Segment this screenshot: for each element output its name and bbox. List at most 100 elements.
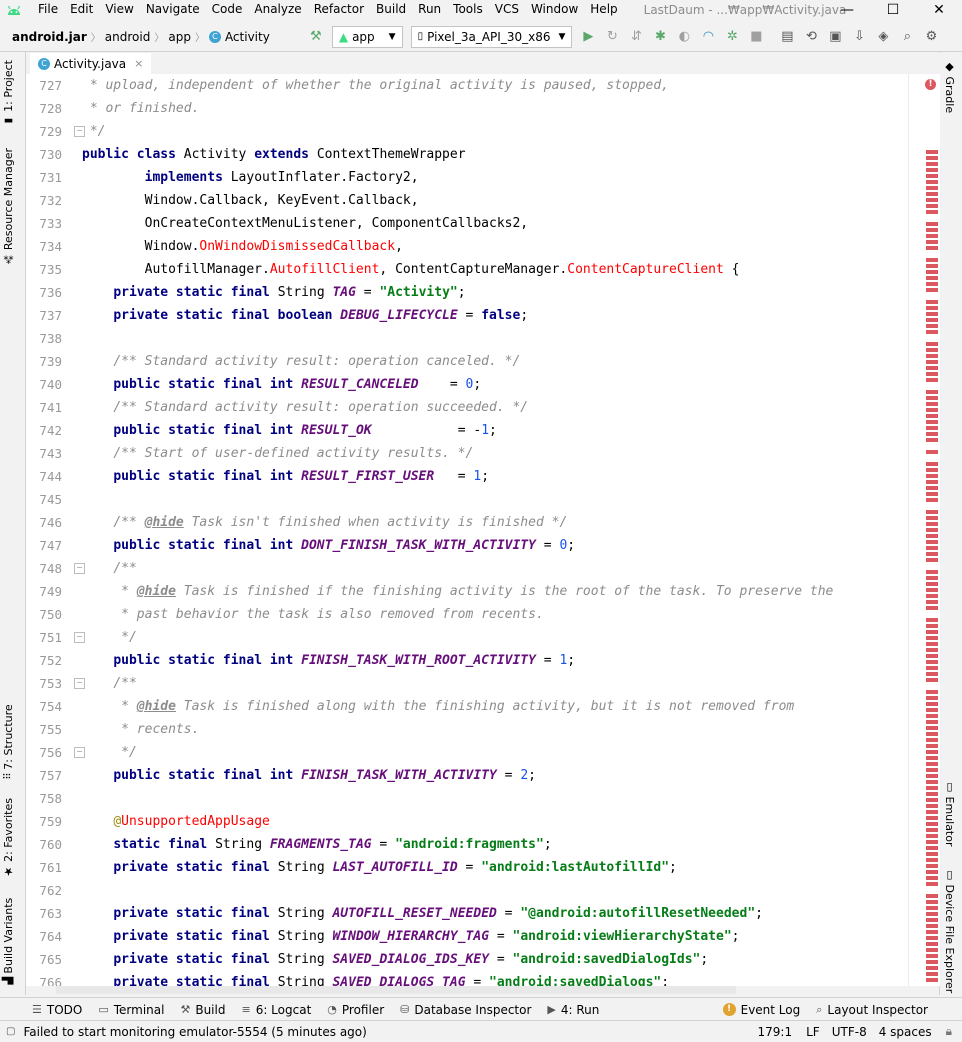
- project-tab[interactable]: ▬ 1: Project: [2, 60, 15, 126]
- error-stripe-mark[interactable]: [926, 858, 938, 862]
- terminal-tool-button[interactable]: ▭ Terminal: [90, 1003, 172, 1017]
- code-line[interactable]: * @hide Task is finished along with the …: [82, 695, 794, 718]
- line-separator[interactable]: LF: [806, 1025, 820, 1039]
- error-stripe-mark[interactable]: [926, 510, 938, 514]
- error-stripe-mark[interactable]: [926, 552, 938, 556]
- code-line[interactable]: private static final String AUTOFILL_RES…: [82, 902, 763, 925]
- error-stripe-mark[interactable]: [926, 150, 938, 154]
- error-stripe-mark[interactable]: [926, 198, 938, 202]
- error-stripe-mark[interactable]: [926, 936, 938, 940]
- code-line[interactable]: * upload, independent of whether the ori…: [82, 74, 669, 97]
- error-stripe-mark[interactable]: [926, 462, 938, 466]
- breadcrumb-app[interactable]: app: [164, 30, 195, 44]
- error-stripe-mark[interactable]: [926, 654, 938, 658]
- code-line[interactable]: /**: [82, 672, 136, 695]
- error-stripe-mark[interactable]: [926, 498, 938, 502]
- logcat-tool-button[interactable]: ≡ 6: Logcat: [233, 1003, 319, 1017]
- menu-navigate[interactable]: Navigate: [140, 0, 206, 19]
- emulator-tab[interactable]: ▯ Emulator: [943, 780, 956, 847]
- error-stripe-mark[interactable]: [926, 318, 938, 322]
- structure-tab[interactable]: ⠿ 7: Structure: [2, 704, 15, 780]
- error-stripe-mark[interactable]: [926, 486, 938, 490]
- error-stripe-mark[interactable]: [926, 690, 938, 694]
- error-stripe-mark[interactable]: [926, 864, 938, 868]
- error-stripe-mark[interactable]: [926, 780, 938, 784]
- error-stripe-mark[interactable]: [926, 300, 938, 304]
- error-stripe-mark[interactable]: [926, 972, 938, 976]
- code-line[interactable]: /** Start of user-defined activity resul…: [82, 442, 473, 465]
- error-stripe-mark[interactable]: [926, 414, 938, 418]
- caret-position[interactable]: 179:1: [758, 1025, 793, 1039]
- error-stripe-mark[interactable]: [926, 624, 938, 628]
- menu-run[interactable]: Run: [412, 0, 447, 19]
- error-stripe-mark[interactable]: [926, 786, 938, 790]
- error-stripe-mark[interactable]: [926, 774, 938, 778]
- breadcrumb-class[interactable]: C Activity: [205, 30, 274, 44]
- error-stripe-mark[interactable]: [926, 606, 938, 610]
- error-stripe-mark[interactable]: [926, 438, 938, 442]
- build-variants-tab[interactable]: ▟ Build Variants: [2, 898, 15, 985]
- error-stripe-mark[interactable]: [926, 630, 938, 634]
- profiler-tool-button[interactable]: ◔ Profiler: [319, 1003, 392, 1017]
- error-stripe-mark[interactable]: [926, 342, 938, 346]
- error-stripe-mark[interactable]: [926, 420, 938, 424]
- error-stripe-mark[interactable]: [926, 894, 938, 898]
- error-stripe-mark[interactable]: [926, 954, 938, 958]
- error-stripe-mark[interactable]: [926, 744, 938, 748]
- file-encoding[interactable]: UTF-8: [832, 1025, 867, 1039]
- code-line[interactable]: /** @hide Task isn't finished when activ…: [82, 511, 567, 534]
- menu-analyze[interactable]: Analyze: [248, 0, 307, 19]
- list-tool-button[interactable]: ☰ TODO: [24, 1003, 90, 1017]
- speedometer-icon[interactable]: ◠: [697, 26, 719, 48]
- error-stripe-mark[interactable]: [926, 324, 938, 328]
- debug-icon[interactable]: ✱: [649, 26, 671, 48]
- error-stripe-mark[interactable]: [926, 360, 938, 364]
- gradle-tab[interactable]: ◆ Gradle: [943, 60, 956, 113]
- error-stripe-mark[interactable]: [926, 348, 938, 352]
- profile-icon[interactable]: ◐: [673, 26, 695, 48]
- code-line[interactable]: private static final String SAVED_DIALOG…: [82, 948, 708, 971]
- error-stripe-mark[interactable]: [926, 738, 938, 742]
- menu-build[interactable]: Build: [370, 0, 412, 19]
- error-stripe-mark[interactable]: [926, 900, 938, 904]
- code-line[interactable]: @UnsupportedAppUsage: [82, 810, 270, 833]
- error-stripe-mark[interactable]: [926, 594, 938, 598]
- error-stripe-mark[interactable]: [926, 492, 938, 496]
- error-stripe-mark[interactable]: [926, 372, 938, 376]
- error-stripe[interactable]: [926, 150, 938, 986]
- sdk-manager-icon[interactable]: ⇩: [848, 26, 870, 48]
- code-line[interactable]: * @hide Task is finished if the finishin…: [82, 580, 833, 603]
- error-stripe-mark[interactable]: [926, 246, 938, 250]
- error-stripe-mark[interactable]: [926, 480, 938, 484]
- code-line[interactable]: /** Standard activity result: operation …: [82, 396, 528, 419]
- error-stripe-mark[interactable]: [926, 960, 938, 964]
- hammer-tool-button[interactable]: ⚒ Build: [172, 1003, 233, 1017]
- menu-refactor[interactable]: Refactor: [308, 0, 370, 19]
- error-stripe-mark[interactable]: [926, 156, 938, 160]
- error-stripe-mark[interactable]: [926, 618, 938, 622]
- layout-inspector-toolbar-icon[interactable]: ◈: [872, 26, 894, 48]
- code-line[interactable]: implements LayoutInflater.Factory2,: [82, 166, 419, 189]
- error-stripe-mark[interactable]: [926, 330, 938, 334]
- run-tool-button[interactable]: ▶ 4: Run: [539, 1003, 607, 1017]
- menu-tools[interactable]: Tools: [447, 0, 489, 19]
- error-stripe-mark[interactable]: [926, 282, 938, 286]
- error-stripe-mark[interactable]: [926, 240, 938, 244]
- code-line[interactable]: public static final int RESULT_OK = -1;: [82, 419, 497, 442]
- error-stripe-mark[interactable]: [926, 270, 938, 274]
- error-stripe-mark[interactable]: [926, 432, 938, 436]
- error-stripe-mark[interactable]: [926, 762, 938, 766]
- code-line[interactable]: /** Standard activity result: operation …: [82, 350, 520, 373]
- device-select[interactable]: ▯ Pixel_3a_API_30_x86 ▼: [410, 25, 573, 48]
- code-line[interactable]: public static final int RESULT_CANCELED …: [82, 373, 481, 396]
- error-stripe-mark[interactable]: [926, 312, 938, 316]
- error-stripe-mark[interactable]: [926, 396, 938, 400]
- code-line[interactable]: private static final String LAST_AUTOFIL…: [82, 856, 677, 879]
- close-icon[interactable]: ×: [134, 57, 143, 70]
- favorites-tab[interactable]: ★ 2: Favorites: [2, 798, 15, 878]
- error-stripe-mark[interactable]: [926, 918, 938, 922]
- error-stripe-mark[interactable]: [926, 942, 938, 946]
- apply-changes-icon[interactable]: ⇵: [625, 26, 647, 48]
- error-stripe-mark[interactable]: [926, 732, 938, 736]
- error-stripe-mark[interactable]: [926, 810, 938, 814]
